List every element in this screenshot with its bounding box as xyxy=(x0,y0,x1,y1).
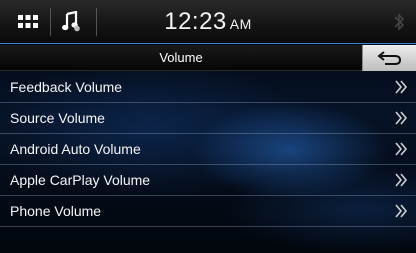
double-chevron-right-icon xyxy=(395,80,408,94)
menu-item-source-volume[interactable]: Source Volume xyxy=(0,103,416,134)
double-chevron-right-icon xyxy=(395,142,408,156)
title-bar: Volume xyxy=(0,45,416,71)
menu-item-phone-volume[interactable]: Phone Volume xyxy=(0,196,416,227)
menu-item-label: Android Auto Volume xyxy=(10,141,141,157)
back-button[interactable] xyxy=(362,45,416,71)
volume-menu-list: Feedback Volume Source Volume Android Au… xyxy=(0,72,416,227)
menu-item-label: Source Volume xyxy=(10,110,105,126)
bluetooth-icon xyxy=(394,13,405,31)
double-chevron-right-icon xyxy=(395,204,408,218)
status-bar: 12:23 AM xyxy=(0,0,416,44)
menu-item-label: Phone Volume xyxy=(10,203,102,219)
menu-item-label: Apple CarPlay Volume xyxy=(10,172,151,188)
menu-item-label: Feedback Volume xyxy=(10,79,123,95)
screen-background: 12:23 AM Volume Feedback Volume Source Vo… xyxy=(0,0,416,253)
menu-item-feedback-volume[interactable]: Feedback Volume xyxy=(0,72,416,103)
page-title: Volume xyxy=(159,50,203,65)
menu-item-apple-carplay-volume[interactable]: Apple CarPlay Volume xyxy=(0,165,416,196)
menu-item-android-auto-volume[interactable]: Android Auto Volume xyxy=(0,134,416,165)
double-chevron-right-icon xyxy=(395,173,408,187)
double-chevron-right-icon xyxy=(395,111,408,125)
back-arrow-icon xyxy=(376,51,401,65)
clock-time: 12:23 xyxy=(164,8,227,35)
clock-ampm: AM xyxy=(229,16,252,32)
clock: 12:23 AM xyxy=(0,8,416,36)
